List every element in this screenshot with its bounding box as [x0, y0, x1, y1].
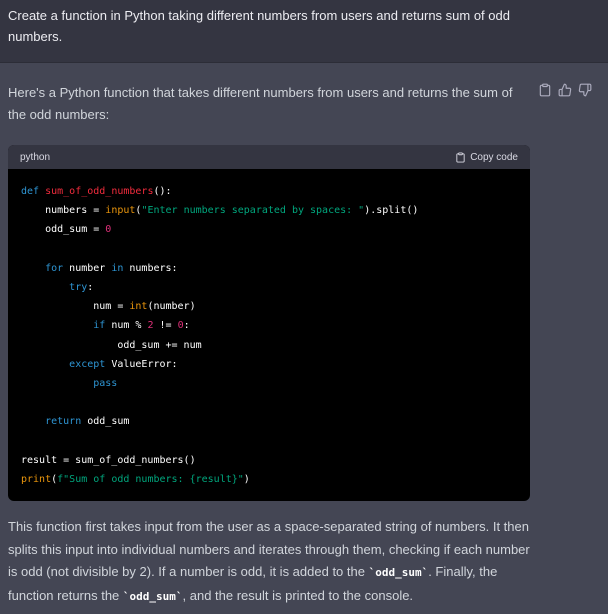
code-line: odd_sum = 0 — [21, 220, 517, 239]
clipboard-icon[interactable] — [538, 83, 552, 97]
code-line: numbers = input("Enter numbers separated… — [21, 201, 517, 220]
copy-code-button[interactable]: Copy code — [455, 152, 518, 163]
outro-text-part: , and the result is printed to the conso… — [182, 587, 414, 603]
code-line: print(f"Sum of odd numbers: {result}") — [21, 470, 517, 489]
code-token: pass — [93, 377, 118, 389]
code-token: (number) — [147, 301, 196, 313]
code-line: num = int(number) — [21, 297, 517, 316]
code-token: f"Sum of odd numbers: {result}" — [57, 473, 244, 485]
code-line: if num % 2 != 0: — [21, 316, 517, 335]
code-line: pass — [21, 374, 517, 393]
code-token: except — [69, 358, 106, 370]
assistant-message: Here's a Python function that takes diff… — [0, 63, 608, 614]
code-line: return odd_sum — [21, 412, 517, 431]
code-token: : — [183, 320, 190, 332]
code-token: odd_sum — [81, 416, 130, 428]
code-language-label: python — [20, 151, 51, 163]
code-token: input — [105, 205, 136, 217]
code-line: except ValueError: — [21, 355, 517, 374]
code-token: num % — [105, 320, 148, 332]
copy-code-label: Copy code — [470, 151, 518, 163]
code-header: python Copy code — [8, 145, 530, 169]
code-token: ValueError: — [105, 358, 178, 370]
inline-code: `odd_sum` — [368, 566, 429, 579]
code-token: ) — [243, 473, 250, 485]
code-line: try: — [21, 278, 517, 297]
inline-code: `odd_sum` — [122, 589, 183, 603]
code-token: "Enter numbers separated by spaces: " — [141, 205, 365, 217]
code-line: for number in numbers: — [21, 259, 517, 278]
message-actions — [538, 83, 592, 97]
user-message-text: Create a function in Python taking diffe… — [8, 8, 510, 44]
thumbs-down-icon[interactable] — [578, 83, 592, 97]
code-token: if — [93, 320, 106, 332]
code-block: python Copy code def sum_of_odd_numbers(… — [8, 145, 530, 501]
assistant-outro-text: This function first takes input from the… — [8, 516, 533, 608]
code-line: odd_sum += num — [21, 336, 517, 355]
code-content[interactable]: def sum_of_odd_numbers(): numbers = inpu… — [8, 169, 530, 489]
code-line: result = sum_of_odd_numbers() — [21, 451, 517, 470]
code-token: sum_of_odd_numbers — [45, 186, 154, 197]
code-token: print — [21, 473, 52, 485]
code-token: != — [153, 320, 178, 332]
code-token: odd_sum += num — [21, 339, 202, 351]
code-token: return — [45, 416, 82, 428]
code-line: def sum_of_odd_numbers(): — [21, 182, 517, 201]
code-token: numbers: — [123, 262, 178, 274]
code-token: number — [63, 262, 112, 274]
code-token: in — [111, 262, 124, 274]
code-token: for — [45, 262, 64, 274]
code-token: 0 — [105, 224, 112, 236]
code-token: (): — [153, 186, 172, 197]
code-token: try — [69, 281, 88, 293]
code-token: def — [21, 186, 46, 197]
code-token: numbers = — [21, 205, 106, 217]
code-token: : — [87, 281, 94, 293]
user-message: Create a function in Python taking diffe… — [0, 0, 608, 63]
clipboard-icon — [456, 151, 465, 163]
assistant-intro-text: Here's a Python function that takes diff… — [8, 85, 513, 122]
code-token: num = — [21, 301, 130, 313]
code-token: ).split() — [364, 205, 419, 217]
code-token: odd_sum = — [21, 224, 106, 236]
thumbs-up-icon[interactable] — [558, 83, 572, 97]
code-token: int — [129, 301, 148, 313]
code-token: result = sum_of_odd_numbers() — [21, 454, 196, 466]
